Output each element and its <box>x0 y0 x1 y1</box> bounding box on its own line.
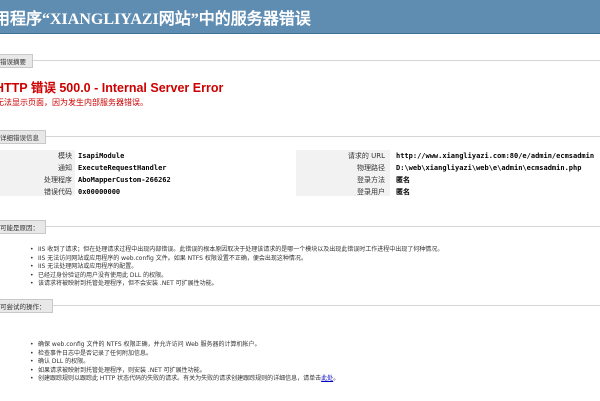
list-item: IIS 收到了请求；但在处理请求过程中出现内部错误。此错误的根本原因取决于处理该… <box>30 246 443 255</box>
error-description: 无法显示页面，因为发生内部服务器错误。 <box>0 98 148 107</box>
list-item-trailing: 。 <box>333 375 340 383</box>
list-item: 该请求将被映射到托管处理程序，但不会安装 .NET 可扩展性功能。 <box>30 280 443 289</box>
list-item: 确认 DLL 的权限。 <box>30 358 339 367</box>
detail-value: IsapiModule <box>78 152 125 160</box>
detail-label: 物理路径 <box>357 164 385 172</box>
detail-row-error-code: 错误代码 0x00000000 <box>0 187 300 198</box>
detail-label: 模块 <box>58 152 72 160</box>
detail-value: 匿名 <box>396 188 410 196</box>
detail-value: D:\web\xiangliyazi\web\e\admin\ecmsadmin… <box>396 164 582 172</box>
error-summary-legend: 错误摘要 <box>0 54 33 68</box>
detail-legend: 详细错误信息 <box>0 130 46 144</box>
actions-list: 确保 web.config 文件的 NTFS 权限正确，并允许访问 Web 服务… <box>26 341 339 384</box>
detail-label: 登录用户 <box>357 188 385 196</box>
detail-row-module: 模块 IsapiModule <box>0 151 300 162</box>
list-item: IIS 无法访问网站或应用程序的 web.config 文件。如果 NTFS 权… <box>30 255 443 264</box>
detail-row-url: 请求的 URL http://www.xiangliyazi.com:80/e/… <box>296 151 600 162</box>
detail-row-notification: 通知 ExecuteRequestHandler <box>0 163 300 174</box>
page-title-bar: 用程序“XIANGLIYAZI网站”中的服务器错误 <box>0 0 600 34</box>
causes-list: IIS 收到了请求；但在处理请求过程中出现内部错误。此错误的根本原因取决于处理该… <box>26 246 443 289</box>
detail-value: AboMapperCustom-266262 <box>78 176 171 184</box>
detail-label: 处理程序 <box>44 176 72 184</box>
detail-value: http://www.xiangliyazi.com:80/e/admin/ec… <box>396 152 595 160</box>
detail-row-physical-path: 物理路径 D:\web\xiangliyazi\web\e\admin\ecms… <box>296 163 600 174</box>
detail-row-logon-method: 登录方法 匿名 <box>296 175 600 186</box>
detail-label: 登录方法 <box>357 176 385 184</box>
list-item-text: 创建跟踪规则以跟踪此 HTTP 状态代码的失败的请求。有关为失败的请求创建跟踪规… <box>38 375 322 383</box>
error-title: HTTP 错误 500.0 - Internal Server Error <box>0 81 224 95</box>
detail-row-logon-user: 登录用户 匿名 <box>296 187 600 198</box>
list-item: 确保 web.config 文件的 NTFS 权限正确，并允许访问 Web 服务… <box>30 341 339 350</box>
list-item: IIS 无法处理网站或应用程序的配置。 <box>30 263 443 272</box>
detail-value: ExecuteRequestHandler <box>78 164 167 172</box>
detail-value: 0x00000000 <box>78 188 121 196</box>
detail-label: 请求的 URL <box>347 152 385 160</box>
detail-label: 错误代码 <box>44 188 72 196</box>
causes-legend: 可能是原因： <box>0 220 46 234</box>
list-item: 创建跟踪规则以跟踪此 HTTP 状态代码的失败的请求。有关为失败的请求创建跟踪规… <box>30 375 340 384</box>
here-link[interactable]: 此处 <box>321 375 333 382</box>
detail-value: 匿名 <box>396 176 410 184</box>
detail-label: 通知 <box>58 164 72 172</box>
list-item: 检查事件日志中是否记录了任何附加信息。 <box>30 350 339 359</box>
page-title: 用程序“XIANGLIYAZI网站”中的服务器错误 <box>0 11 311 28</box>
detail-row-handler: 处理程序 AboMapperCustom-266262 <box>0 175 300 186</box>
actions-legend: 可尝试的操作： <box>0 299 53 313</box>
